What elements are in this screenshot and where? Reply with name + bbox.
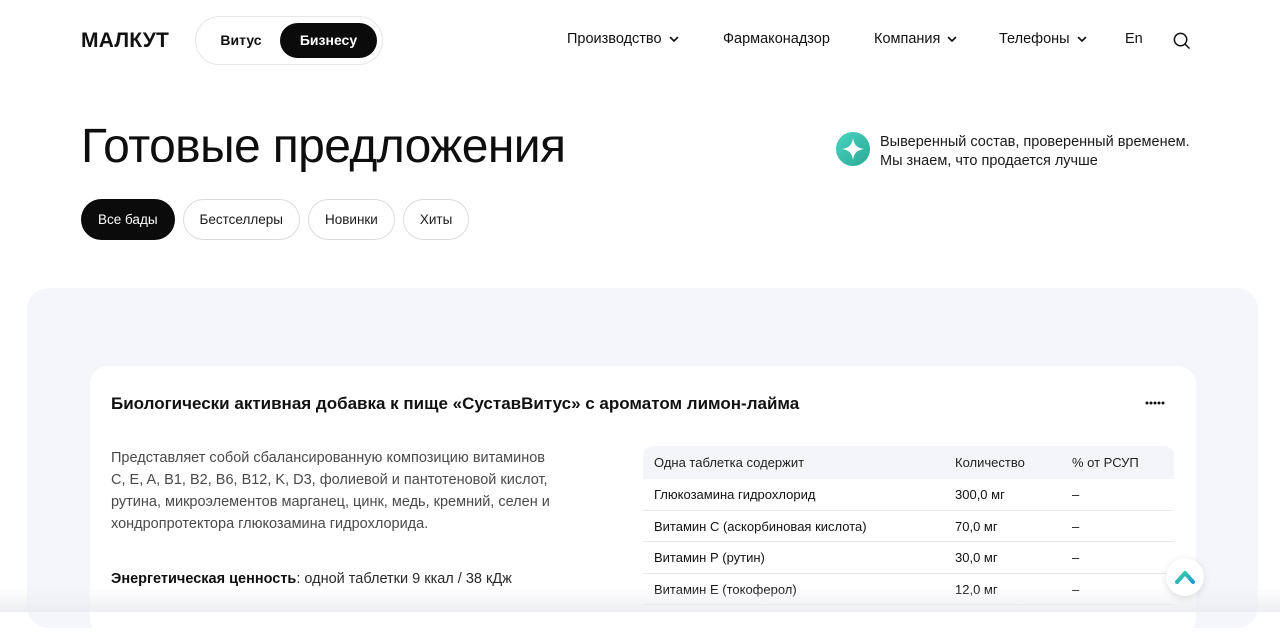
table-cell: Витамин Р (рутин) (654, 550, 765, 565)
nav-label: Производство (567, 31, 662, 47)
table-row: Витамин Р (рутин) 30,0 мг – (643, 542, 1174, 574)
table-cell: 30,0 мг (955, 550, 998, 565)
table-cell: 300,0 мг (955, 487, 1005, 502)
switch-option-business[interactable]: Бизнесу (280, 23, 377, 58)
chevron-down-icon (948, 36, 957, 42)
product-title: Биологически активная добавка к пище «Су… (111, 394, 800, 413)
table-cell: 70,0 мг (955, 518, 998, 534)
audience-switch: Витус Бизнесу (195, 16, 383, 65)
energy-label: Энергетическая ценность (111, 571, 297, 587)
filter-bestsellers[interactable]: Бестселлеры (182, 199, 300, 240)
filter-hits[interactable]: Хиты (402, 199, 470, 240)
nav-item-company[interactable]: Компания (874, 31, 958, 47)
table-cell: – (1072, 550, 1080, 565)
nav-label: Фармаконадзор (723, 31, 830, 47)
nav-item-phones[interactable]: Телефоны (999, 31, 1088, 47)
column-header: % от РСУП (1072, 455, 1139, 470)
sparkle-icon (836, 132, 870, 166)
energy-value: Энергетическая ценность: одной таблетки … (111, 571, 512, 587)
scroll-to-top-button[interactable] (1166, 558, 1204, 596)
chevron-down-icon (669, 36, 678, 42)
column-header: Одна таблетка содержит (654, 455, 805, 470)
column-header: Количество (955, 455, 1025, 470)
nav-label: Телефоны (999, 31, 1070, 47)
table-row: Витамин Е (токоферол) 12,0 мг – (643, 574, 1174, 605)
table-cell: 12,0 мг (955, 581, 998, 597)
nav-label: Компания (874, 31, 941, 47)
filter-new[interactable]: Новинки (307, 199, 395, 240)
promo-text: Выверенный состав, проверенный временем.… (880, 134, 1190, 169)
table-header: Одна таблетка содержит Количество % от Р… (643, 446, 1174, 479)
composition-table: Одна таблетка содержит Количество % от Р… (643, 446, 1174, 605)
chevron-down-icon (1077, 36, 1086, 42)
table-cell: – (1072, 518, 1080, 534)
nav-item-production[interactable]: Производство (567, 31, 680, 47)
filter-chips: Все бады Бестселлеры Новинки Хиты (81, 199, 470, 240)
language-switch[interactable]: En (1125, 31, 1143, 47)
nav-label: En (1125, 31, 1143, 47)
page-title: Готовые предложения (81, 120, 566, 173)
logo[interactable]: МАЛКУТ (81, 29, 169, 53)
site-header: МАЛКУТ Витус Бизнесу Производство Фармак… (0, 0, 1280, 82)
switch-option-vitus[interactable]: Витус (208, 23, 274, 58)
table-row: Витамин С (аскорбиновая кислота) 70,0 мг… (643, 511, 1174, 542)
chevron-up-icon (1175, 571, 1195, 584)
product-description: Представляет собой сбалансированную комп… (111, 450, 550, 532)
table-row: Глюкозамина гидрохлорид 300,0 мг – (643, 479, 1174, 511)
table-cell: – (1072, 581, 1080, 597)
nav-item-pharmacovigilance[interactable]: Фармаконадзор (723, 31, 830, 47)
table-cell: Глюкозамина гидрохлорид (654, 487, 816, 502)
search-icon[interactable] (1172, 31, 1191, 50)
more-options-icon[interactable] (1145, 400, 1165, 406)
table-cell: – (1072, 487, 1080, 502)
table-cell: Витамин Е (токоферол) (654, 581, 797, 597)
table-cell: Витамин С (аскорбиновая кислота) (654, 518, 867, 534)
filter-all-supplements[interactable]: Все бады (81, 199, 175, 240)
product-card: Биологически активная добавка к пище «Су… (90, 366, 1196, 636)
energy-text: : одной таблетки 9 ккал / 38 кДж (296, 571, 512, 587)
